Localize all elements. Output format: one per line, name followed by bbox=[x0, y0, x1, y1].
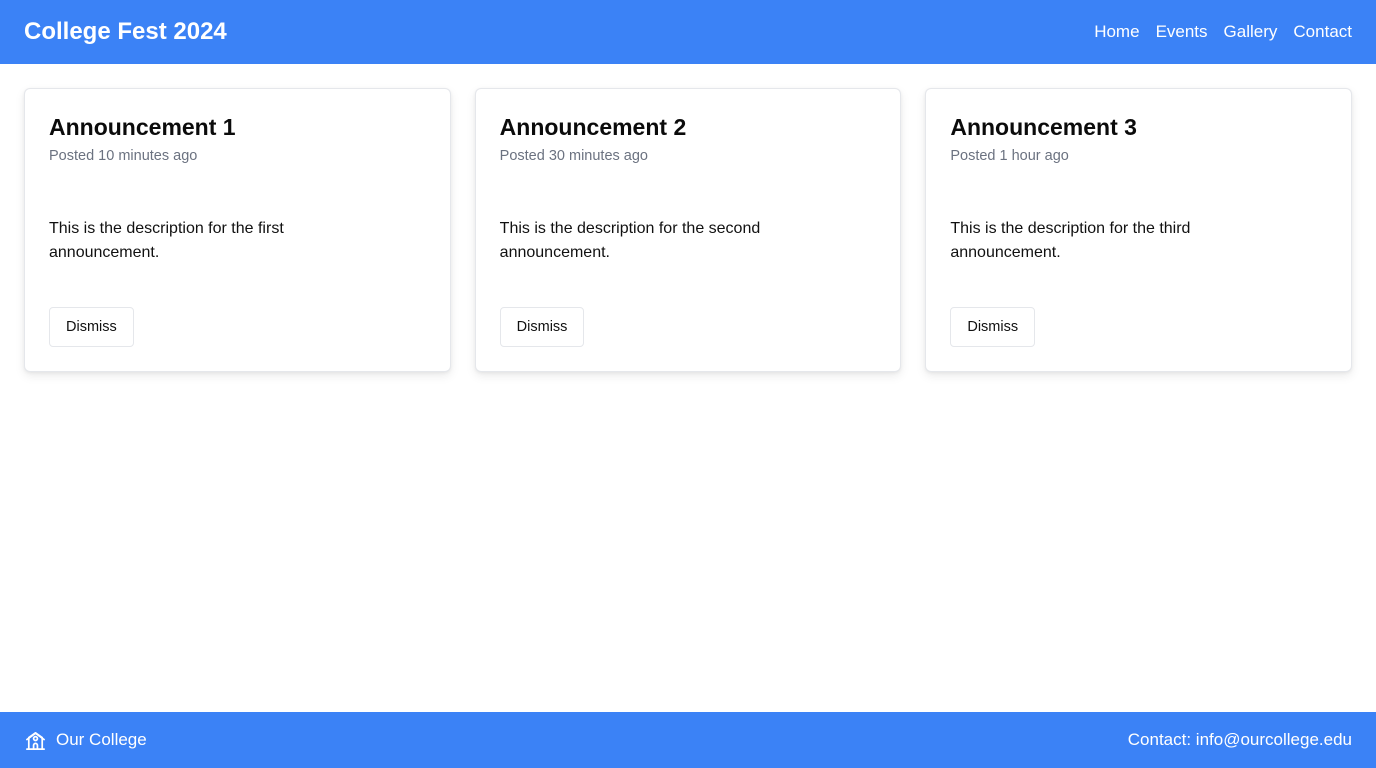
nav-home-link[interactable]: Home bbox=[1094, 22, 1139, 42]
footer-brand: Our College bbox=[24, 729, 147, 752]
announcement-title: Announcement 2 bbox=[499, 114, 687, 140]
announcement-title: Announcement 3 bbox=[950, 114, 1137, 140]
announcement-timestamp: Posted 1 hour ago bbox=[950, 148, 1069, 164]
footer-college-name: Our College bbox=[56, 730, 147, 749]
announcement-title: Announcement 1 bbox=[49, 114, 236, 140]
footer-contact: Contact: info@ourcollege.edu bbox=[1127, 730, 1352, 749]
announcement-description: This is the description for the third an… bbox=[950, 220, 1191, 261]
announcement-card: Announcement 3 Posted 1 hour ago This is… bbox=[925, 88, 1353, 372]
announcement-card: Announcement 1 Posted 10 minutes ago Thi… bbox=[24, 88, 451, 372]
announcement-card: Announcement 2 Posted 30 minutes ago Thi… bbox=[474, 88, 902, 372]
dismiss-button[interactable]: Dismiss bbox=[499, 307, 585, 347]
top-header: College Fest 2024 Home Events Gallery Co… bbox=[0, 0, 1376, 64]
announcement-description: This is the description for the first an… bbox=[49, 220, 284, 261]
announcements-grid: Announcement 1 Posted 10 minutes ago Thi… bbox=[24, 88, 1353, 372]
announcement-timestamp: Posted 30 minutes ago bbox=[499, 148, 648, 164]
dismiss-button[interactable]: Dismiss bbox=[49, 307, 134, 347]
dismiss-button[interactable]: Dismiss bbox=[950, 307, 1036, 347]
page: College Fest 2024 Home Events Gallery Co… bbox=[0, 0, 1376, 768]
nav-contact-link[interactable]: Contact bbox=[1293, 22, 1352, 42]
main-nav: Home Events Gallery Contact bbox=[1094, 22, 1352, 42]
nav-gallery-link[interactable]: Gallery bbox=[1224, 22, 1278, 42]
announcement-description: This is the description for the second a… bbox=[499, 220, 761, 261]
site-title: College Fest 2024 bbox=[24, 18, 227, 45]
school-building-icon bbox=[24, 729, 47, 752]
nav-events-link[interactable]: Events bbox=[1156, 22, 1208, 42]
site-footer: Our College Contact: info@ourcollege.edu bbox=[0, 712, 1376, 768]
announcement-timestamp: Posted 10 minutes ago bbox=[49, 148, 198, 164]
